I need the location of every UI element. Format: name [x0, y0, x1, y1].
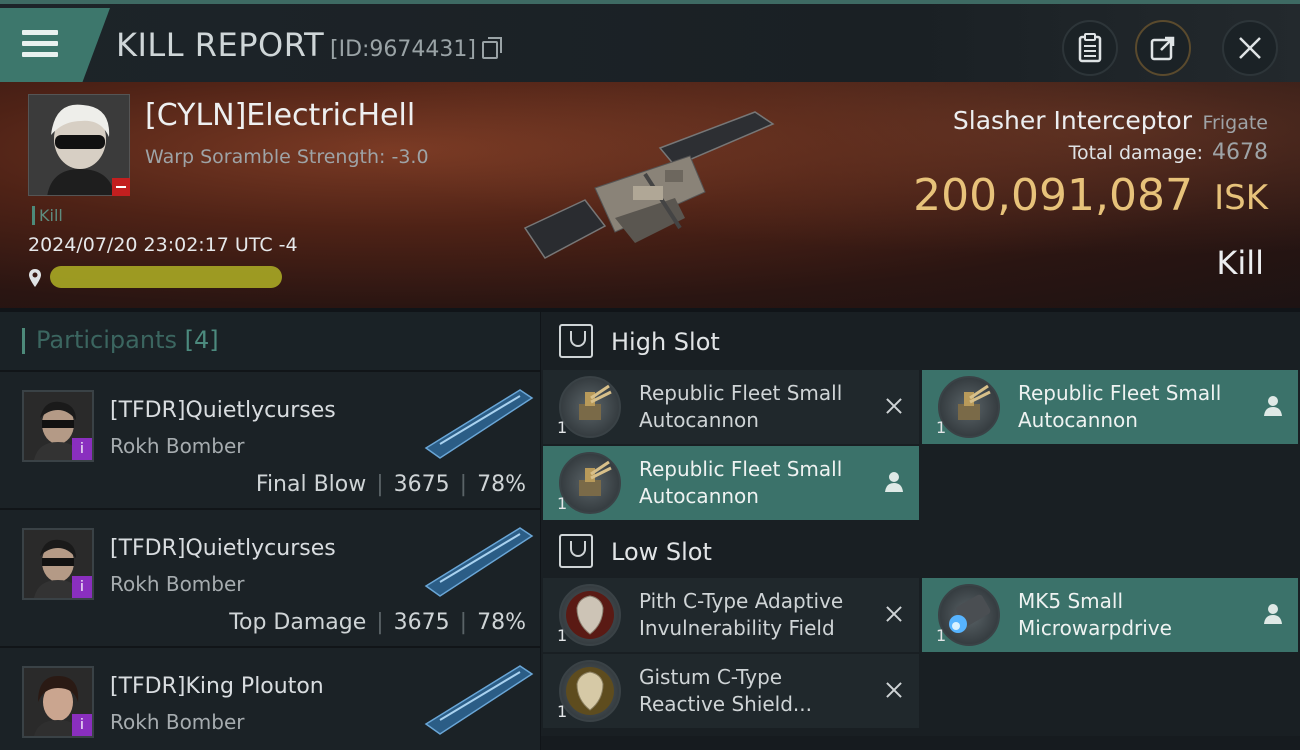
low-slot-header: Low Slot: [541, 522, 1300, 580]
shield-icon: [559, 584, 621, 646]
module-item[interactable]: 1 Gistum C-Type Reactive Shield...: [543, 654, 919, 728]
weapon-icon: [424, 665, 534, 735]
module-name-line2: Autocannon: [639, 408, 759, 432]
kill-datetime: 2024/07/20 23:02:17 UTC -4: [28, 234, 298, 256]
module-name-line2: Microwarpdrive: [1018, 616, 1172, 640]
module-qty: 1: [557, 494, 568, 513]
close-button[interactable]: [1222, 20, 1278, 76]
module-qty: 1: [557, 626, 568, 645]
participant-name[interactable]: [TFDR]Quietlycurses: [110, 536, 336, 561]
microwarpdrive-icon: [938, 584, 1000, 646]
module-item[interactable]: 1 Republic Fleet Small Autocannon: [922, 370, 1298, 444]
ship-name[interactable]: Slasher Interceptor: [953, 106, 1192, 135]
participant-damage: 3675: [393, 472, 450, 497]
module-qty: 1: [936, 418, 947, 437]
participant-ship: Rokh Bomber: [110, 710, 245, 734]
result-label: Kill: [1216, 244, 1264, 282]
menu-icon: [22, 30, 60, 60]
shield-icon: [559, 660, 621, 722]
location-icon: [29, 269, 41, 287]
ship-class: Frigate: [1202, 112, 1268, 134]
participant-stats: Top Damage | 3675 | 78%: [229, 610, 526, 635]
module-name-line1: Pith C-Type Adaptive: [639, 589, 844, 613]
weapon-icon: [424, 527, 534, 597]
copy-icon[interactable]: [482, 37, 502, 59]
autocannon-icon: [559, 452, 621, 514]
autocannon-icon: [938, 376, 1000, 438]
header-bar: KILL REPORT [ID:9674431]: [0, 0, 1300, 82]
share-button[interactable]: [1135, 20, 1191, 76]
module-name-line1: MK5 Small: [1018, 589, 1123, 613]
victim-name[interactable]: [CYLN]ElectricHell: [145, 98, 415, 133]
module-name-line2: Invulnerability Field: [639, 616, 835, 640]
clipboard-icon: [1078, 33, 1102, 63]
participants-label: Participants: [36, 326, 177, 354]
kill-tag: Kill: [32, 206, 63, 225]
participant-role: Final Blow: [255, 472, 367, 497]
module-name-line2: Autocannon: [1018, 408, 1138, 432]
next-slot-header-partial: [541, 736, 1300, 750]
module-qty: 1: [557, 418, 568, 437]
close-icon: [1239, 37, 1261, 59]
pilot-icon[interactable]: [883, 470, 905, 494]
module-item[interactable]: 1 Republic Fleet Small Autocannon: [543, 370, 919, 444]
low-slot-label: Low Slot: [611, 538, 712, 566]
module-name-line2: Reactive Shield...: [639, 692, 813, 716]
participants-count: [4]: [184, 326, 219, 354]
isk-label: ISK: [1214, 178, 1268, 218]
module-qty: 1: [936, 626, 947, 645]
pilot-icon[interactable]: [1262, 602, 1284, 626]
kill-banner: [CYLN]ElectricHell Warp Soramble Strengt…: [0, 82, 1300, 308]
total-damage-label: Total damage:: [1068, 142, 1203, 164]
clipboard-button[interactable]: [1062, 20, 1118, 76]
module-item[interactable]: 1 Pith C-Type Adaptive Invulnerability Fi…: [543, 578, 919, 652]
weapon-icon: [424, 389, 534, 459]
location-redacted: [50, 266, 282, 288]
fitting-panel: High Slot 1 Republic Fleet Small Autocann…: [541, 312, 1300, 750]
participant-percent: 78%: [477, 472, 526, 497]
pilot-icon[interactable]: [1262, 394, 1284, 418]
participant-name[interactable]: [TFDR]King Plouton: [110, 674, 324, 699]
participant-damage: 3675: [393, 610, 450, 635]
participant-ship: Rokh Bomber: [110, 572, 245, 596]
high-slot-header: High Slot: [541, 312, 1300, 370]
module-item[interactable]: 1 MK5 Small Microwarpdrive: [922, 578, 1298, 652]
corp-badge: i: [72, 576, 92, 598]
participant-percent: 78%: [477, 610, 526, 635]
victim-subtitle: Warp Soramble Strength: -3.0: [145, 146, 429, 168]
module-name-line1: Gistum C-Type: [639, 665, 783, 689]
high-slot-icon: [559, 324, 593, 358]
module-name-line2: Autocannon: [639, 484, 759, 508]
participant-name[interactable]: [TFDR]Quietlycurses: [110, 398, 336, 423]
menu-button[interactable]: [0, 8, 110, 82]
module-name-line1: Republic Fleet Small: [639, 457, 843, 481]
total-damage-value: 4678: [1212, 140, 1268, 165]
corp-badge: i: [72, 714, 92, 736]
page-title: KILL REPORT: [116, 26, 325, 64]
autocannon-icon: [559, 376, 621, 438]
hostile-badge: [112, 178, 130, 196]
participants-header: Participants [4]: [0, 312, 540, 370]
participant-ship: Rokh Bomber: [110, 434, 245, 458]
high-slot-label: High Slot: [611, 328, 720, 356]
close-icon[interactable]: [883, 678, 905, 702]
participant-row[interactable]: i [TFDR]King Plouton Rokh Bomber: [0, 646, 540, 750]
participant-stats: Final Blow | 3675 | 78%: [255, 472, 526, 497]
module-name-line1: Republic Fleet Small: [1018, 381, 1222, 405]
participant-row[interactable]: i [TFDR]Quietlycurses Rokh Bomber Final …: [0, 370, 540, 508]
participant-row[interactable]: i [TFDR]Quietlycurses Rokh Bomber Top Da…: [0, 508, 540, 646]
report-id: [ID:9674431]: [330, 37, 476, 62]
corp-badge: i: [72, 438, 92, 460]
module-item[interactable]: 1 Republic Fleet Small Autocannon: [543, 446, 919, 520]
share-icon: [1150, 36, 1175, 61]
module-name-line1: Republic Fleet Small: [639, 381, 843, 405]
participant-role: Top Damage: [229, 610, 367, 635]
module-qty: 1: [557, 702, 568, 721]
close-icon[interactable]: [883, 602, 905, 626]
isk-value: 200,091,087: [913, 170, 1193, 221]
participants-panel: Participants [4] i [TFDR]Quietlycurses R…: [0, 312, 540, 750]
close-icon[interactable]: [883, 394, 905, 418]
low-slot-icon: [559, 534, 593, 568]
ship-image: [523, 111, 775, 259]
